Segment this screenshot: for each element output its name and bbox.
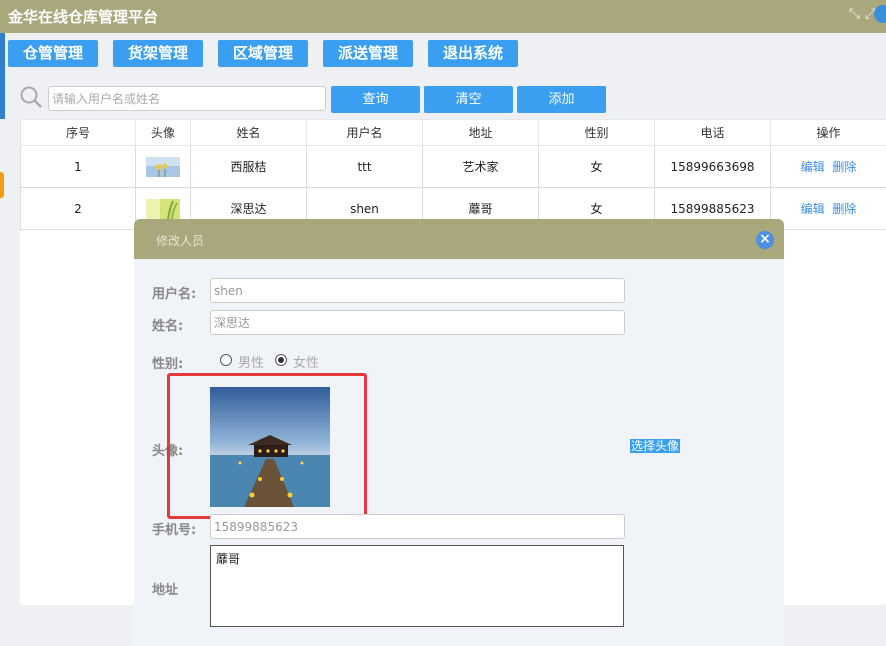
delete-link[interactable]: 删除 <box>832 202 856 216</box>
search-input[interactable] <box>48 86 326 111</box>
cell-avatar <box>135 145 191 188</box>
dialog-header[interactable]: 修改人员 × <box>134 219 784 259</box>
add-button[interactable]: 添加 <box>517 86 606 113</box>
col-header-gender: 性别 <box>538 119 655 146</box>
clear-button[interactable]: 清空 <box>424 86 513 113</box>
nav-shelf[interactable]: 货架管理 <box>113 40 203 67</box>
phone-field[interactable] <box>210 514 625 539</box>
nav-logout[interactable]: 退出系统 <box>428 40 518 67</box>
username-field[interactable] <box>210 278 625 303</box>
col-header-username: 用户名 <box>306 119 423 146</box>
nav-area[interactable]: 区域管理 <box>218 40 308 67</box>
col-header-no: 序号 <box>20 119 136 146</box>
user-table: 序号 头像 姓名 用户名 地址 性别 电话 操作 1 西服桔 ttt 艺术家 女… <box>20 119 886 230</box>
cell-no: 2 <box>20 187 136 230</box>
table-row: 1 西服桔 ttt 艺术家 女 15899663698 编辑 删除 <box>20 145 886 188</box>
col-header-actions: 操作 <box>770 119 886 146</box>
table-header-row: 序号 头像 姓名 用户名 地址 性别 电话 操作 <box>20 119 886 146</box>
edit-link[interactable]: 编辑 <box>801 202 825 216</box>
gender-female-radio[interactable] <box>275 354 287 366</box>
query-button[interactable]: 查询 <box>331 86 420 113</box>
cell-address: 艺术家 <box>422 145 539 188</box>
col-header-name: 姓名 <box>190 119 307 146</box>
col-header-avatar: 头像 <box>135 119 191 146</box>
name-field[interactable] <box>210 310 625 335</box>
phone-label: 手机号: <box>152 523 197 538</box>
nav-warehouse-manager[interactable]: 仓管管理 <box>8 40 98 67</box>
avatar-thumbnail <box>146 156 180 177</box>
cell-name: 西服桔 <box>190 145 307 188</box>
search-icon <box>20 86 42 108</box>
edit-link[interactable]: 编辑 <box>801 160 825 174</box>
left-accent-strip <box>0 33 5 119</box>
address-textarea[interactable]: 蘼哥 <box>210 545 624 627</box>
gender-male-label: 男性 <box>238 356 265 371</box>
side-tab-handle[interactable] <box>0 172 4 198</box>
cell-gender: 女 <box>538 145 655 188</box>
title-bar: 金华在线仓库管理平台 ⤡ ⤢ <box>0 0 886 33</box>
col-header-address: 地址 <box>422 119 539 146</box>
cell-phone: 15899663698 <box>654 145 771 188</box>
minimize-icon[interactable]: ⤡ <box>849 6 860 22</box>
close-icon[interactable]: × <box>756 231 774 249</box>
app-title: 金华在线仓库管理平台 <box>8 8 159 26</box>
gender-female-label: 女性 <box>293 356 320 371</box>
cell-no: 1 <box>20 145 136 188</box>
col-header-phone: 电话 <box>654 119 771 146</box>
edit-user-dialog: 修改人员 × 用户名: 姓名: 性别: 男性 女性 头像: <box>134 219 784 646</box>
avatar-highlight-box <box>167 373 367 519</box>
avatar-thumbnail <box>146 198 180 219</box>
delete-link[interactable]: 删除 <box>832 160 856 174</box>
cell-username: ttt <box>306 145 423 188</box>
address-label: 地址 <box>152 583 179 598</box>
gender-label: 性别: <box>152 357 184 372</box>
username-label: 用户名: <box>152 287 197 302</box>
nav-delivery[interactable]: 派送管理 <box>323 40 413 67</box>
gender-male-radio[interactable] <box>220 354 232 366</box>
choose-avatar-button[interactable]: 选择头像 <box>630 439 681 453</box>
cell-actions: 编辑 删除 <box>770 145 886 188</box>
cell-actions: 编辑 删除 <box>770 187 886 230</box>
close-window-icon[interactable] <box>874 5 886 23</box>
name-label: 姓名: <box>152 319 184 334</box>
dialog-title: 修改人员 <box>156 234 205 248</box>
